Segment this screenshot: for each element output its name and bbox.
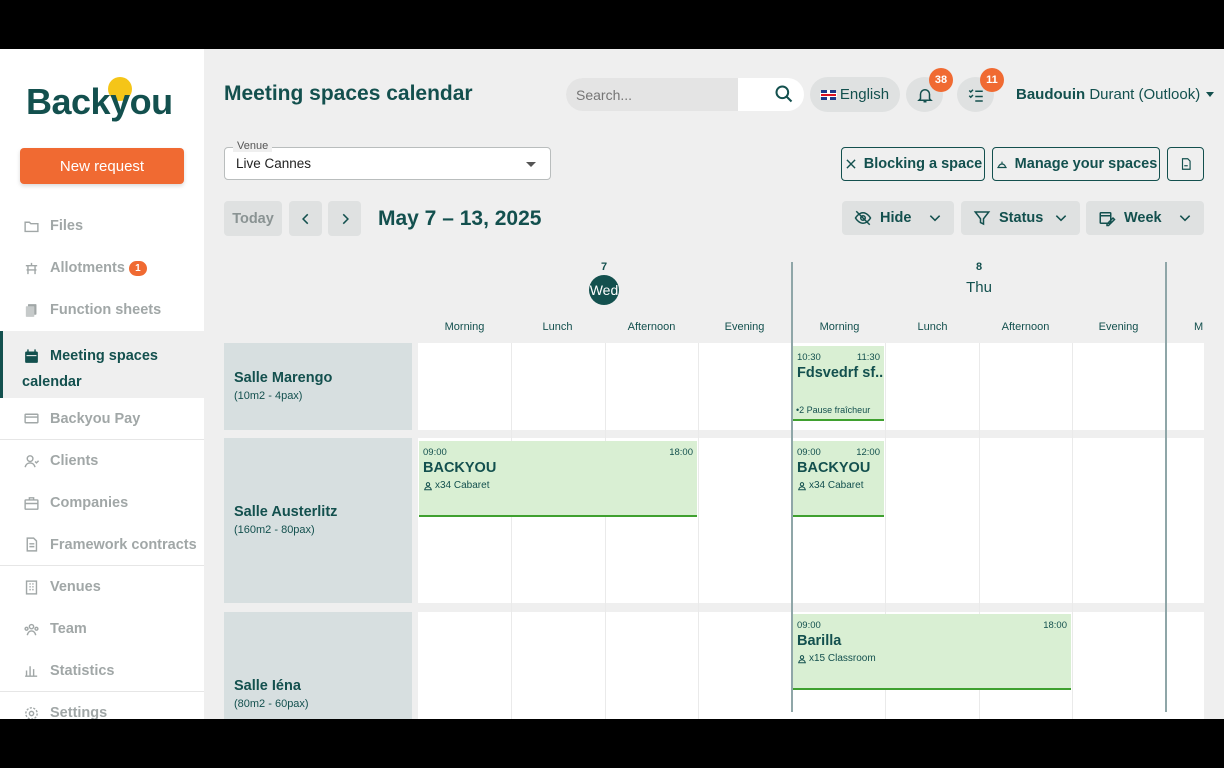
caret-down-icon [1206,92,1215,97]
search-input[interactable] [566,78,738,111]
sidebar-item-backyou-pay[interactable]: Backyou Pay [0,398,204,440]
room-row-label[interactable]: Salle Austerlitz (160m2 - 80pax) [224,438,412,603]
day-separator [791,262,793,712]
today-button[interactable]: Today [224,201,282,236]
language-button[interactable]: English [810,77,900,112]
slot-label: Afternoon [1001,321,1050,333]
allotments-badge: 1 [128,260,147,276]
sidebar-item-team[interactable]: Team [0,608,204,650]
day-header-wed[interactable]: 7 Wed [574,261,634,305]
export-pdf-button[interactable] [1167,147,1204,181]
sidebar-item-function-sheets[interactable]: Function sheets [0,289,204,331]
room-row-label[interactable]: Salle Marengo (10m2 - 4pax) [224,343,412,430]
caret-down-icon [526,162,536,167]
user-menu[interactable]: Baudouin Durant (Outlook) [1016,86,1215,103]
room-row-label[interactable]: Salle Iéna (80m2 - 60pax) [224,612,412,719]
folder-icon [22,217,40,235]
next-week-button[interactable] [328,201,361,236]
chart-icon [22,662,40,680]
slot-label: Morning [819,321,860,333]
day-separator [1165,262,1167,712]
document-icon [22,536,40,554]
sidebar-item-venues[interactable]: Venues [0,566,204,608]
team-icon [22,620,40,638]
event-card[interactable]: 09:00 18:00 Barilla x15 Classroom [793,614,1071,690]
chevron-left-icon [301,213,308,224]
venue-label: Venue [233,140,273,152]
grid-line [1072,343,1073,719]
person-icon [424,481,432,490]
new-request-button[interactable]: New request [20,148,184,184]
checklist-icon [968,88,983,102]
sidebar-item-settings[interactable]: Settings [0,692,204,719]
search-bar [566,78,804,111]
sidebar: Backyou New request Files Allotments 1 F… [0,49,204,719]
app-window: Backyou New request Files Allotments 1 F… [0,49,1224,719]
sidebar-item-statistics[interactable]: Statistics [0,650,204,692]
sidebar-item-clients[interactable]: Clients [0,440,204,482]
briefcase-icon [22,494,40,512]
edit-calendar-icon [1099,212,1116,227]
event-card[interactable]: 10:30 11:30 Fdsvedrf sf... •2 Pause fraî… [793,346,884,421]
notifications-badge: 38 [929,68,953,92]
sidebar-item-meeting-spaces-calendar[interactable]: Meeting spaces calendar [0,331,204,398]
cloche-icon [997,161,1007,169]
blocking-space-button[interactable]: Blocking a space [841,147,985,181]
slot-label: Lunch [917,321,948,333]
uk-flag-icon [820,89,836,100]
today-marker: Wed [589,275,619,305]
sidebar-nav: Files Allotments 1 Function sheets Meeti… [0,205,204,719]
person-icon [798,654,806,663]
eye-off-icon [854,210,872,226]
grid-line [698,343,699,719]
grid-line [605,343,606,719]
tasks-button[interactable]: 11 [957,68,1004,112]
chevron-right-icon [342,213,349,224]
copy-icon [22,301,40,319]
clients-icon [22,452,40,470]
bell-icon [916,88,933,102]
slot-label: Morning [444,321,485,333]
page-title: Meeting spaces calendar [224,82,473,105]
slot-label: Evening [1098,321,1139,333]
pdf-icon [1181,158,1191,170]
sidebar-item-files[interactable]: Files [0,205,204,247]
hide-filter-button[interactable]: Hide [842,201,954,235]
allotment-icon [22,259,40,277]
chevron-down-icon [1055,215,1067,222]
event-card[interactable]: 09:00 18:00 BACKYOU x34 Cabaret [419,441,697,517]
building-icon [22,578,40,596]
status-filter-button[interactable]: Status [961,201,1080,235]
day-header-thu[interactable]: 8 Thu [949,261,1009,296]
slot-label: M [1194,321,1204,333]
card-icon [22,410,40,428]
view-select-button[interactable]: Week [1086,201,1204,235]
previous-week-button[interactable] [289,201,322,236]
date-range: May 7 – 13, 2025 [378,207,542,230]
slot-label: Afternoon [627,321,676,333]
backyou-logo[interactable]: Backyou [26,75,186,125]
slot-label: Evening [724,321,765,333]
chevron-down-icon [1179,215,1191,222]
manage-spaces-button[interactable]: Manage your spaces [992,147,1160,181]
notifications-button[interactable]: 38 [906,68,953,112]
event-card[interactable]: 09:00 12:00 BACKYOU x34 Cabaret [793,441,884,517]
close-icon [846,159,856,169]
gear-icon [22,704,40,719]
slot-label: Lunch [542,321,573,333]
chevron-down-icon [929,215,941,222]
search-icon[interactable] [774,84,794,104]
tasks-badge: 11 [980,68,1004,92]
sidebar-item-framework-contracts[interactable]: Framework contracts [0,524,204,566]
sidebar-item-allotments[interactable]: Allotments 1 [0,247,204,289]
calendar-icon [22,347,40,365]
venue-select[interactable]: Venue Live Cannes [224,140,551,180]
person-icon [798,481,806,490]
sidebar-item-companies[interactable]: Companies [0,482,204,524]
grid-line [511,343,512,719]
filter-icon [973,211,991,226]
venue-value: Live Cannes [236,156,312,171]
